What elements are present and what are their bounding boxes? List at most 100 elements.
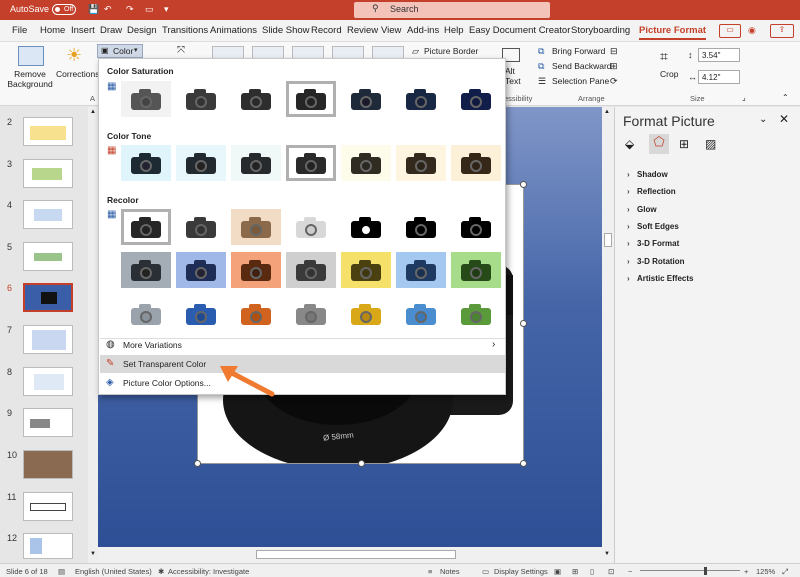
language-indicator[interactable]: English (United States) — [75, 567, 152, 576]
group-icon[interactable]: ⊞ — [610, 61, 618, 72]
recolor-1-option-5[interactable] — [341, 209, 391, 245]
size-properties-icon[interactable]: ⊞ — [679, 137, 689, 151]
resize-handle[interactable] — [520, 320, 527, 327]
tone-option-6[interactable] — [396, 145, 446, 181]
recolor-3-option-1[interactable] — [121, 296, 171, 332]
zoom-level[interactable]: 125% — [756, 567, 775, 576]
display-settings-button[interactable]: Display Settings — [494, 567, 548, 576]
saturation-option-1[interactable] — [121, 81, 171, 117]
rotate-icon[interactable]: ⟳ — [610, 76, 618, 87]
more-variations-item[interactable]: ◍ More Variations › — [100, 336, 505, 354]
remove-background-icon[interactable] — [18, 46, 44, 66]
fill-line-icon[interactable]: ⬙ — [625, 137, 634, 151]
saturation-option-4[interactable] — [286, 81, 336, 117]
fit-to-window-icon[interactable]: ⤢ — [782, 567, 788, 577]
editor-horizontal-scrollbar[interactable] — [98, 547, 602, 563]
width-field[interactable]: 4.12" — [698, 70, 740, 84]
recolor-1-option-2[interactable] — [176, 209, 226, 245]
slide-thumbnail-10[interactable] — [23, 450, 73, 479]
recolor-3-option-3[interactable] — [231, 296, 281, 332]
save-icon[interactable]: 💾 — [88, 4, 99, 15]
recolor-3-option-5[interactable] — [341, 296, 391, 332]
editor-vertical-scrollbar[interactable]: ▲ ▼ — [602, 107, 614, 563]
recolor-2-option-4[interactable] — [286, 252, 336, 288]
compress-icon[interactable]: ⤧ — [177, 45, 185, 56]
effects-icon[interactable]: ⬠ — [649, 134, 669, 154]
panel-row-shadow[interactable]: › Shadow — [627, 170, 668, 179]
resize-handle[interactable] — [520, 181, 527, 188]
recolor-2-option-2[interactable] — [176, 252, 226, 288]
color-button[interactable]: ▣ Color ▾ — [97, 44, 143, 58]
picture-icon[interactable]: ▨ — [705, 137, 716, 151]
scroll-up-icon[interactable]: ▲ — [90, 109, 96, 115]
accessibility-status[interactable]: Accessibility: Investigate — [168, 567, 249, 576]
chevron-down-icon[interactable]: ⌄ — [759, 114, 767, 125]
reading-view-icon[interactable]: ▯ — [590, 567, 594, 576]
customize-icon[interactable]: ▾ — [164, 4, 169, 15]
resize-handle[interactable] — [520, 460, 527, 467]
collapse-ribbon-icon[interactable]: ⌃ — [782, 93, 789, 102]
tab-storyboarding[interactable]: Storyboarding — [571, 25, 630, 36]
search-box[interactable]: ⚲ Search — [354, 2, 550, 18]
panel-row-3d-format[interactable]: › 3-D Format — [627, 239, 679, 248]
zoom-out-icon[interactable]: − — [628, 567, 632, 576]
redo-icon[interactable]: ↷ — [126, 4, 134, 15]
spellcheck-icon[interactable]: ▤ — [58, 567, 65, 576]
scroll-down-icon[interactable]: ▼ — [604, 551, 610, 557]
recolor-2-option-5[interactable] — [341, 252, 391, 288]
thumbnails-scrollbar[interactable]: ▲ ▼ — [88, 107, 98, 563]
tab-design[interactable]: Design — [127, 25, 157, 36]
panel-row-reflection[interactable]: › Reflection — [627, 187, 676, 196]
tab-picture-format[interactable]: Picture Format — [639, 25, 707, 40]
scroll-thumb[interactable] — [256, 550, 456, 559]
panel-row-artistic-effects[interactable]: › Artistic Effects — [627, 274, 693, 283]
zoom-in-icon[interactable]: + — [744, 567, 748, 576]
tab-easy-document-creator[interactable]: Easy Document Creator — [469, 25, 570, 36]
tab-transitions[interactable]: Transitions — [162, 25, 208, 36]
recolor-1-option-7[interactable] — [451, 209, 501, 245]
recolor-1-option-1[interactable] — [121, 209, 171, 245]
slide-thumbnail-3[interactable] — [23, 159, 73, 188]
tab-animations[interactable]: Animations — [210, 25, 257, 36]
size-dialog-launcher-icon[interactable]: ⌟ — [742, 93, 746, 102]
saturation-option-6[interactable] — [396, 81, 446, 117]
align-icon[interactable]: ⊟ — [610, 46, 618, 57]
comments-button[interactable]: ▭ — [719, 24, 741, 38]
undo-icon[interactable]: ↶ — [104, 4, 112, 15]
slide-thumbnail-8[interactable] — [23, 367, 73, 396]
resize-handle[interactable] — [194, 460, 201, 467]
tone-option-5[interactable] — [341, 145, 391, 181]
slide-thumbnail-12[interactable] — [23, 533, 73, 559]
recolor-2-option-7[interactable] — [451, 252, 501, 288]
scroll-down-icon[interactable]: ▼ — [90, 551, 96, 557]
tab-record[interactable]: Record — [311, 25, 342, 36]
picture-border-button[interactable]: Picture Border — [424, 46, 478, 56]
recolor-3-option-6[interactable] — [396, 296, 446, 332]
crop-button[interactable]: Crop — [660, 69, 678, 79]
tone-option-2[interactable] — [176, 145, 226, 181]
picture-color-options-item[interactable]: ◈ Picture Color Options... — [100, 374, 505, 392]
slide-thumbnail-2[interactable] — [23, 117, 73, 146]
slide-thumbnail-7[interactable] — [23, 325, 73, 354]
panel-row-soft-edges[interactable]: › Soft Edges — [627, 222, 679, 231]
tab-draw[interactable]: Draw — [100, 25, 122, 36]
present-icon[interactable]: ▭ — [145, 4, 154, 15]
panel-row-3d-rotation[interactable]: › 3-D Rotation — [627, 257, 685, 266]
recolor-3-option-2[interactable] — [176, 296, 226, 332]
tab-slide-show[interactable]: Slide Show — [262, 25, 310, 36]
slide-thumbnail-4[interactable] — [23, 200, 73, 229]
recolor-3-option-4[interactable] — [286, 296, 336, 332]
height-field[interactable]: 3.54" — [698, 48, 740, 62]
slide-thumbnail-11[interactable] — [23, 492, 73, 521]
recolor-2-option-3[interactable] — [231, 252, 281, 288]
set-transparent-color-item[interactable]: ✎ Set Transparent Color — [100, 355, 505, 373]
remove-background-button[interactable]: Remove Background — [6, 69, 54, 89]
share-button[interactable]: ⇪ — [770, 24, 794, 38]
bring-forward-button[interactable]: Bring Forward — [552, 46, 605, 56]
tab-view[interactable]: View — [381, 25, 401, 36]
recolor-2-option-6[interactable] — [396, 252, 446, 288]
recolor-2-option-1[interactable] — [121, 252, 171, 288]
recolor-1-option-4[interactable] — [286, 209, 336, 245]
panel-row-glow[interactable]: › Glow — [627, 205, 657, 214]
send-backward-button[interactable]: Send Backward — [552, 61, 612, 71]
